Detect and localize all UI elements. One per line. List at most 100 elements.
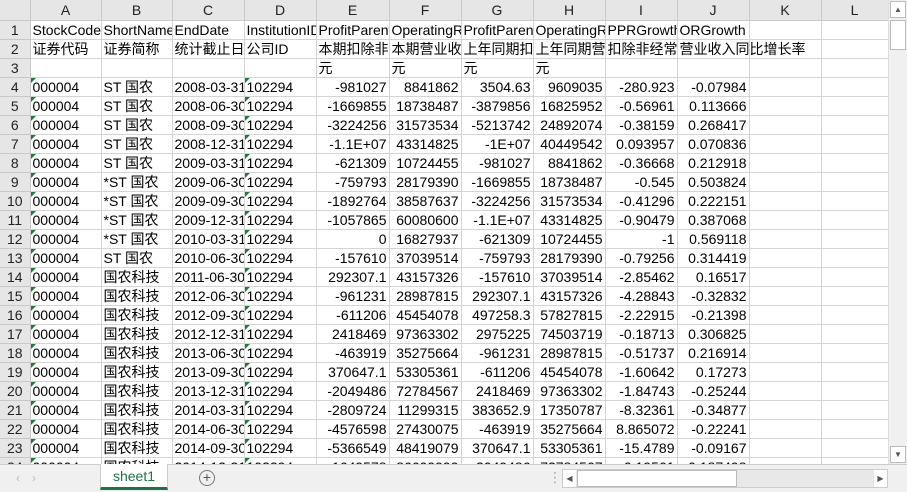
row-header[interactable]: 6	[0, 115, 31, 135]
cell-c1[interactable]: EndDate	[172, 20, 245, 40]
cell-c19[interactable]: 2013-09-30	[172, 362, 245, 382]
cell-e8[interactable]: -621309	[316, 153, 390, 173]
cell-i14[interactable]: -2.85462	[605, 267, 678, 287]
row-header[interactable]: 11	[0, 210, 31, 230]
cell-b7[interactable]: ST 国农	[101, 134, 173, 154]
row-header[interactable]: 17	[0, 324, 31, 344]
cell-j22[interactable]: -0.22241	[677, 419, 750, 439]
cell-c4[interactable]: 2008-03-31	[172, 77, 245, 97]
prev-sheet-icon[interactable]: ‹	[16, 471, 20, 485]
cell-i7[interactable]: 0.093957	[605, 134, 678, 154]
cell-b2[interactable]: 证券简称	[101, 39, 173, 59]
cell-g20[interactable]: 2418469	[461, 381, 534, 401]
cell-l3[interactable]	[821, 58, 888, 78]
cell-b21[interactable]: 国农科技	[101, 400, 173, 420]
cell-f13[interactable]: 37039514	[389, 248, 462, 268]
cell-a5[interactable]: 000004	[30, 96, 102, 116]
cell-h24[interactable]: 72784567	[533, 457, 606, 464]
cell-e13[interactable]: -157610	[316, 248, 390, 268]
cell-h22[interactable]: 35275664	[533, 419, 606, 439]
column-header-g[interactable]: G	[461, 0, 534, 21]
cell-l22[interactable]	[821, 419, 888, 439]
cell-b13[interactable]: ST 国农	[101, 248, 173, 268]
cell-d8[interactable]: 102294	[244, 153, 317, 173]
scroll-left-icon[interactable]: ◀	[563, 470, 576, 487]
scroll-up-icon[interactable]: ▲	[890, 1, 906, 18]
cell-l18[interactable]	[821, 343, 888, 363]
cell-j15[interactable]: -0.32832	[677, 286, 750, 306]
cell-e6[interactable]: -3224256	[316, 115, 390, 135]
cell-j23[interactable]: -0.09167	[677, 438, 750, 458]
row-header[interactable]: 1	[0, 20, 31, 40]
cell-h14[interactable]: 37039514	[533, 267, 606, 287]
cell-b9[interactable]: *ST 国农	[101, 172, 173, 192]
cell-h12[interactable]: 10724455	[533, 229, 606, 249]
cell-j20[interactable]: -0.25244	[677, 381, 750, 401]
cell-g13[interactable]: -759793	[461, 248, 534, 268]
cell-h5[interactable]: 16825952	[533, 96, 606, 116]
column-header-i[interactable]: I	[605, 0, 678, 21]
cell-i1[interactable]: PPRGrowth	[605, 20, 678, 40]
cell-g15[interactable]: 292307.1	[461, 286, 534, 306]
cell-e17[interactable]: 2418469	[316, 324, 390, 344]
cell-d17[interactable]: 102294	[244, 324, 317, 344]
cell-e22[interactable]: -4576598	[316, 419, 390, 439]
cell-l5[interactable]	[821, 96, 888, 116]
cell-g11[interactable]: -1.1E+07	[461, 210, 534, 230]
cell-a4[interactable]: 000004	[30, 77, 102, 97]
scroll-right-icon[interactable]: ▶	[874, 470, 887, 487]
cell-l7[interactable]	[821, 134, 888, 154]
cell-k12[interactable]	[749, 229, 822, 249]
cell-a20[interactable]: 000004	[30, 381, 102, 401]
cell-c3[interactable]	[172, 58, 245, 78]
cell-j4[interactable]: -0.07984	[677, 77, 750, 97]
cell-j11[interactable]: 0.387068	[677, 210, 750, 230]
cell-c2[interactable]: 统计截止日期	[172, 39, 245, 59]
cell-l2[interactable]	[821, 39, 888, 59]
cell-f22[interactable]: 27430075	[389, 419, 462, 439]
spreadsheet-grid[interactable]: ABCDEFGHIJKL 1 StockCode ShortName EndDate I…	[0, 0, 888, 464]
cell-l21[interactable]	[821, 400, 888, 420]
cell-d16[interactable]: 102294	[244, 305, 317, 325]
cell-j7[interactable]: 0.070836	[677, 134, 750, 154]
cell-e1[interactable]: ProfitParent	[316, 20, 390, 40]
cell-e9[interactable]: -759793	[316, 172, 390, 192]
cell-e7[interactable]: -1.1E+07	[316, 134, 390, 154]
cell-k18[interactable]	[749, 343, 822, 363]
cell-h7[interactable]: 40449542	[533, 134, 606, 154]
cell-f14[interactable]: 43157326	[389, 267, 462, 287]
cell-g24[interactable]: -2049486	[461, 457, 534, 464]
cell-b16[interactable]: 国农科技	[101, 305, 173, 325]
cell-h20[interactable]: 97363302	[533, 381, 606, 401]
cell-b3[interactable]	[101, 58, 173, 78]
cell-h6[interactable]: 24892074	[533, 115, 606, 135]
row-header[interactable]: 14	[0, 267, 31, 287]
cell-k3[interactable]	[749, 58, 822, 78]
cell-l11[interactable]	[821, 210, 888, 230]
cell-k7[interactable]	[749, 134, 822, 154]
cell-f4[interactable]: 8841862	[389, 77, 462, 97]
cell-g19[interactable]: -611206	[461, 362, 534, 382]
cell-a22[interactable]: 000004	[30, 419, 102, 439]
cell-k11[interactable]	[749, 210, 822, 230]
cell-k23[interactable]	[749, 438, 822, 458]
cell-d20[interactable]: 102294	[244, 381, 317, 401]
cell-j9[interactable]: 0.503824	[677, 172, 750, 192]
row-header[interactable]: 23	[0, 438, 31, 458]
cell-i5[interactable]: -0.56961	[605, 96, 678, 116]
cell-g5[interactable]: -3879856	[461, 96, 534, 116]
cell-d5[interactable]: 102294	[244, 96, 317, 116]
cell-b15[interactable]: 国农科技	[101, 286, 173, 306]
cell-d24[interactable]: 102294	[244, 457, 317, 464]
cell-f21[interactable]: 11299315	[389, 400, 462, 420]
horizontal-scroll-thumb[interactable]	[577, 470, 737, 487]
cell-c17[interactable]: 2012-12-31	[172, 324, 245, 344]
cell-i9[interactable]: -0.545	[605, 172, 678, 192]
cell-j19[interactable]: 0.17273	[677, 362, 750, 382]
cell-c12[interactable]: 2010-03-31	[172, 229, 245, 249]
cell-f3[interactable]: 元	[389, 58, 462, 78]
column-header-f[interactable]: F	[389, 0, 462, 21]
cell-f5[interactable]: 18738487	[389, 96, 462, 116]
cell-i11[interactable]: -0.90479	[605, 210, 678, 230]
splitter-handle[interactable]: ⋮	[548, 469, 562, 486]
